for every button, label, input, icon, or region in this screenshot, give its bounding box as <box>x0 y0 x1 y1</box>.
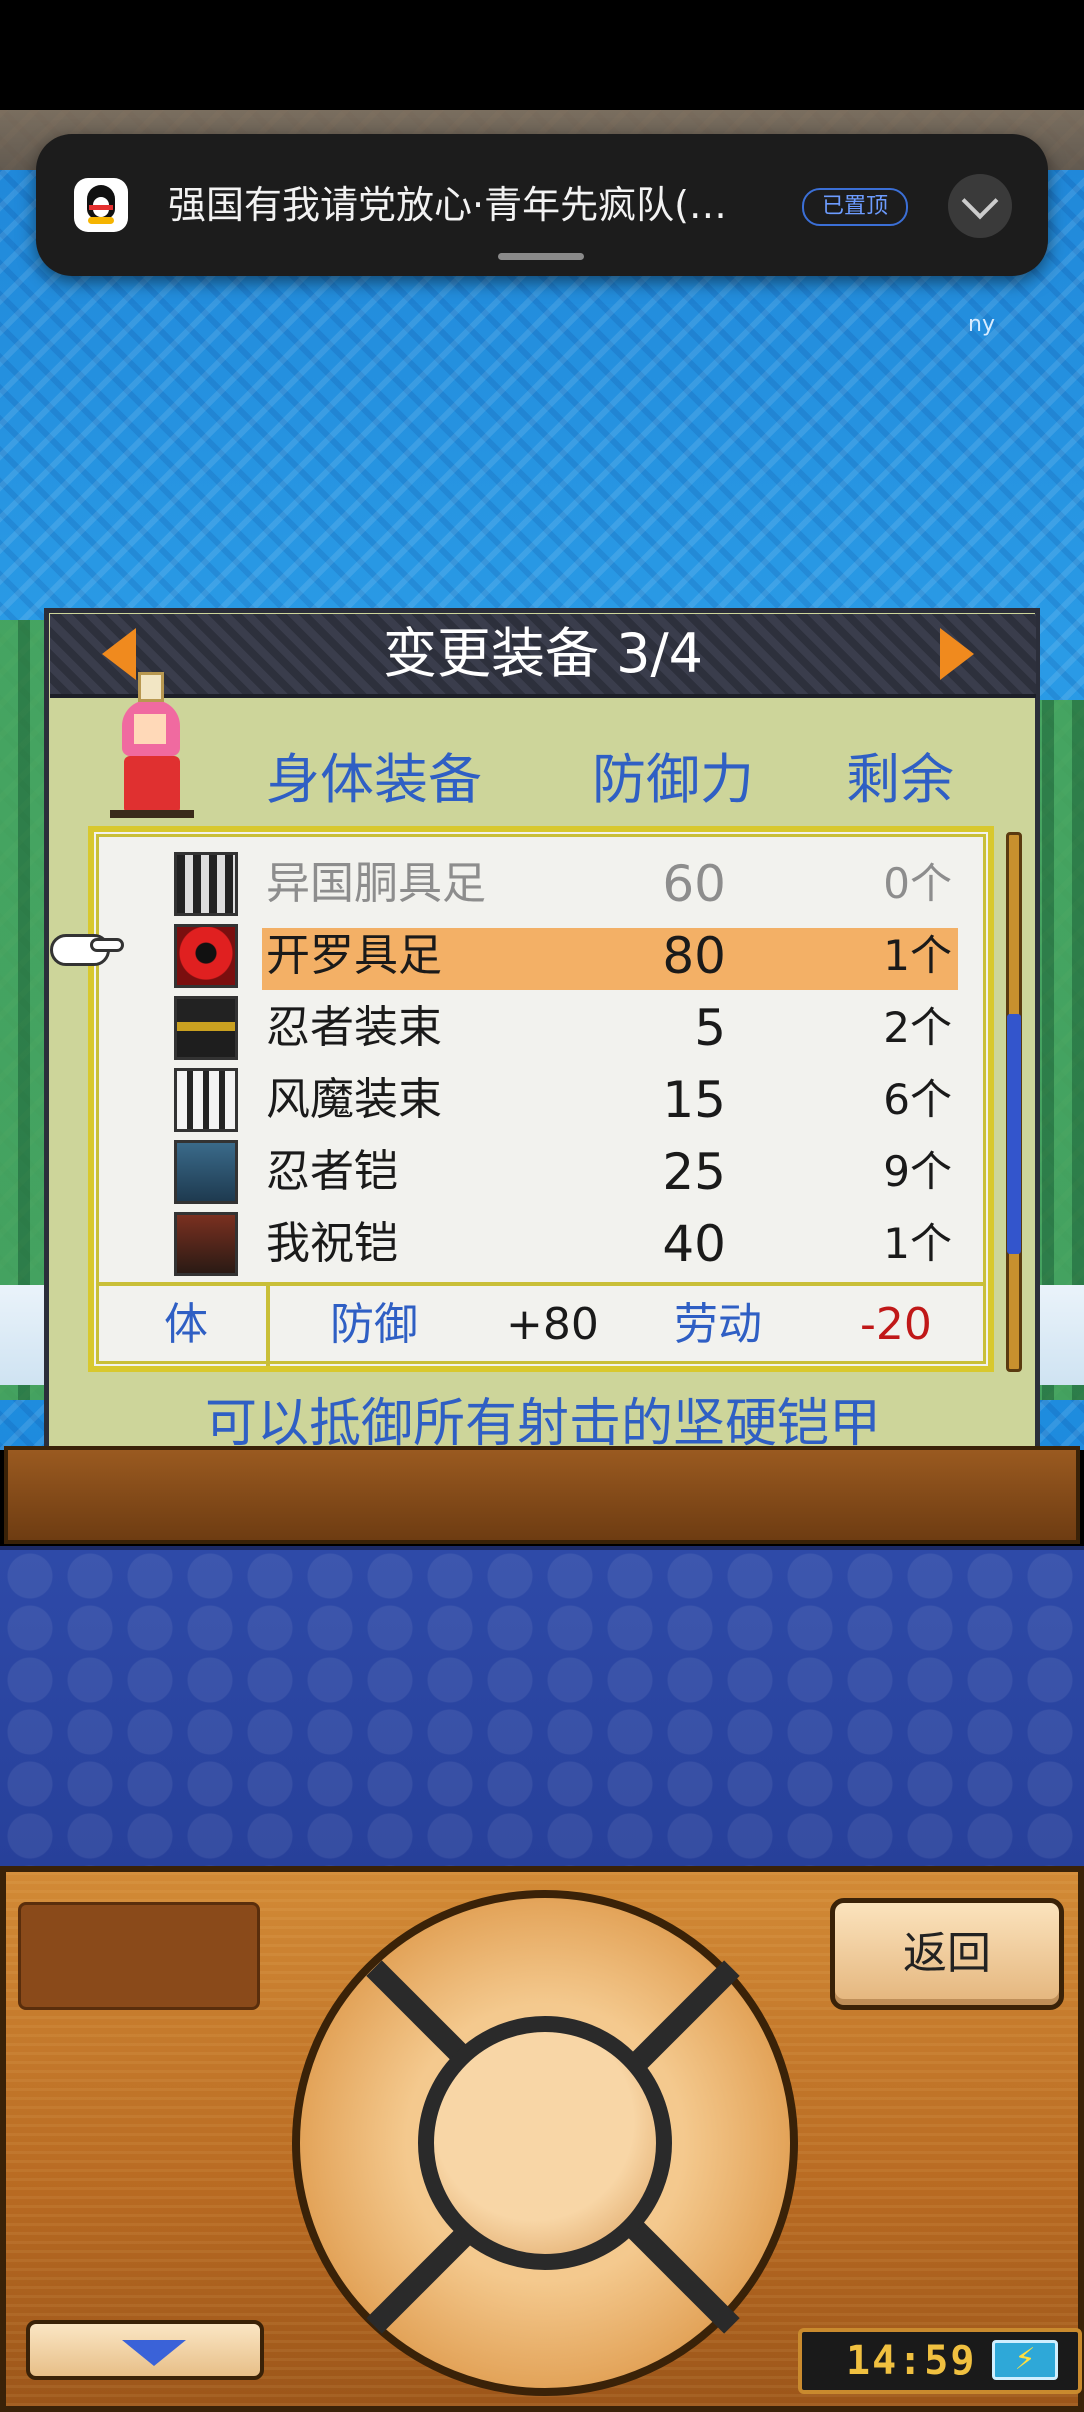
item-name: 开罗具足 <box>266 930 442 981</box>
stat-defense-label: 防御 <box>330 1299 418 1350</box>
left-slot-button[interactable] <box>18 1902 260 2010</box>
character-avatar <box>104 672 200 820</box>
battery-icon: ⚡ <box>992 2340 1058 2380</box>
pointing-hand-icon <box>50 928 124 972</box>
chevron-down-icon <box>961 182 999 220</box>
list-item[interactable]: 我祝铠 40 1个 <box>100 1212 960 1276</box>
item-defense: 40 <box>662 1215 726 1273</box>
item-remaining: 1个 <box>883 931 952 980</box>
item-name: 忍者装束 <box>266 1002 442 1053</box>
armor-icon <box>174 996 238 1060</box>
notification-title[interactable]: 强国有我请党放心·青年先疯队(… <box>168 180 798 230</box>
back-button[interactable]: 返回 <box>830 1898 1064 2010</box>
item-name: 风魔装束 <box>266 1074 442 1125</box>
item-name: 我祝铠 <box>266 1218 398 1269</box>
item-name: 异国胴具足 <box>266 858 486 909</box>
stat-labor-value: -20 <box>860 1299 932 1350</box>
overlay-text: ny <box>968 312 995 337</box>
stat-defense-value: +80 <box>506 1299 599 1350</box>
scrollbar-thumb[interactable] <box>1007 1014 1021 1254</box>
item-defense: 5 <box>694 999 726 1057</box>
top-black-bar <box>0 0 1084 110</box>
dpad-center-button[interactable] <box>418 2016 672 2270</box>
armor-icon <box>174 1212 238 1276</box>
drag-handle[interactable] <box>498 253 584 260</box>
stat-labor-label: 劳动 <box>674 1299 762 1350</box>
item-defense: 80 <box>662 927 726 985</box>
item-remaining: 1个 <box>883 1219 952 1268</box>
pattern-panel <box>0 1546 1084 1868</box>
armor-icon <box>174 1068 238 1132</box>
armor-icon <box>174 924 238 988</box>
item-defense: 15 <box>662 1071 726 1129</box>
column-header-body-equipment: 身体装备 <box>266 748 482 811</box>
scroll-down-button[interactable] <box>26 2320 264 2380</box>
list-item[interactable]: 忍者铠 25 9个 <box>100 1140 960 1204</box>
list-item[interactable]: 异国胴具足 60 0个 <box>100 852 960 916</box>
pinned-badge: 已置顶 <box>802 188 908 226</box>
item-remaining: 9个 <box>883 1147 952 1196</box>
item-defense: 25 <box>662 1143 726 1201</box>
stat-body-label: 体 <box>164 1299 208 1350</box>
armor-icon <box>174 1140 238 1204</box>
item-remaining: 0个 <box>883 859 952 908</box>
clock-time: 14:59 <box>846 2338 977 2384</box>
list-item[interactable]: 忍者装束 5 2个 <box>100 996 960 1060</box>
item-remaining: 6个 <box>883 1075 952 1124</box>
item-remaining: 2个 <box>883 1003 952 1052</box>
expand-notification-button[interactable] <box>948 174 1012 238</box>
wood-shelf <box>4 1446 1080 1544</box>
item-defense: 60 <box>662 855 726 913</box>
stats-divider <box>266 1286 270 1366</box>
armor-icon <box>174 852 238 916</box>
list-item[interactable]: 风魔装束 15 6个 <box>100 1068 960 1132</box>
qq-penguin-icon <box>74 178 128 232</box>
item-name: 忍者铠 <box>266 1146 398 1197</box>
column-header-defense: 防御力 <box>592 748 754 811</box>
column-header-remaining: 剩余 <box>846 748 954 811</box>
list-item-selected[interactable]: 开罗具足 80 1个 <box>100 924 960 990</box>
next-page-arrow-icon[interactable] <box>940 628 974 680</box>
down-arrow-icon <box>122 2340 186 2366</box>
